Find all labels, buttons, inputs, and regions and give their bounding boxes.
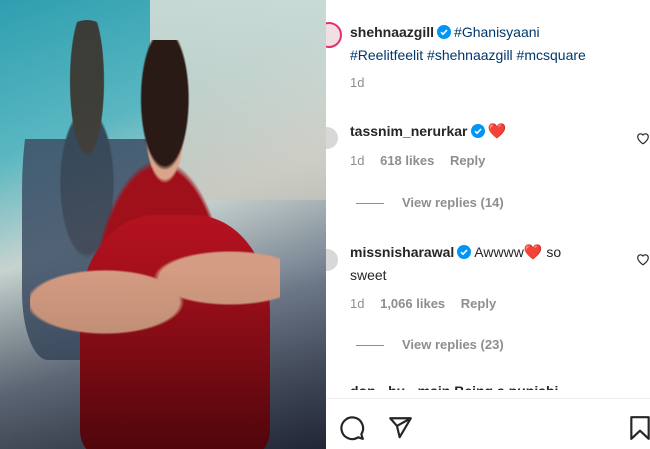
view-replies-label: View replies (14) [402,195,504,210]
post-media-video[interactable] [0,0,326,449]
bookmark-icon[interactable] [629,415,650,446]
comment-meta: 1d 1,066 likes Reply [350,296,644,311]
view-replies-label: View replies (23) [402,337,504,352]
replies-divider [356,203,384,205]
heart-emoji: ❤️ [523,244,543,261]
comment-username[interactable]: tassnim_nerurkar [350,123,468,139]
comment-text: Awwww [474,244,524,260]
comment-likes[interactable]: 618 likes [380,153,434,168]
heart-outline-icon[interactable] [636,130,650,151]
comment-username[interactable]: missnisharawal [350,244,454,260]
heart-outline-icon[interactable] [636,251,650,272]
comment-icon[interactable] [339,415,365,446]
post-age: 1d [350,75,365,90]
comments-panel: shehnaazgill #Ghanisyaani #Reelitfeelit #… [326,0,650,449]
comment-meta: 1d 618 likes Reply [350,153,644,168]
heart-emoji: ❤️ [487,123,507,140]
verified-badge-icon [437,24,452,45]
share-icon[interactable] [387,415,413,446]
comment-age: 1d [350,153,365,168]
view-replies-button[interactable]: View replies (14) [356,195,644,210]
replies-divider [356,345,384,347]
comment-item: missnisharawal Awwww❤️ so sweet [350,242,649,286]
post-caption: shehnaazgill #Ghanisyaani #Reelitfeelit #… [350,22,644,66]
comment-age: 1d [350,296,365,311]
comment-likes[interactable]: 1,066 likes [380,296,445,311]
caption-hashtag[interactable]: #Ghanisyaani [454,24,540,40]
commenter-avatar[interactable] [326,249,338,271]
author-username[interactable]: shehnaazgill [350,24,434,40]
comment-text-line2: sweet [350,267,387,283]
comment-item: tassnim_nerurkar ❤️ [350,121,649,145]
partial-comment: dop · bu · main Being a punjabi [350,380,558,390]
view-replies-button[interactable]: View replies (23) [356,337,644,352]
verified-badge-icon [457,244,472,265]
caption-hashtags[interactable]: #Reelitfeelit #shehnaazgill #mcsquare [350,47,586,63]
reply-button[interactable]: Reply [461,296,496,311]
comment-text-cont: so [542,244,562,260]
post-actions-bar [326,398,650,449]
verified-badge-icon [470,123,485,144]
commenter-avatar[interactable] [326,127,338,149]
author-avatar[interactable] [326,22,342,48]
media-shade [0,0,326,449]
reply-button[interactable]: Reply [450,153,485,168]
